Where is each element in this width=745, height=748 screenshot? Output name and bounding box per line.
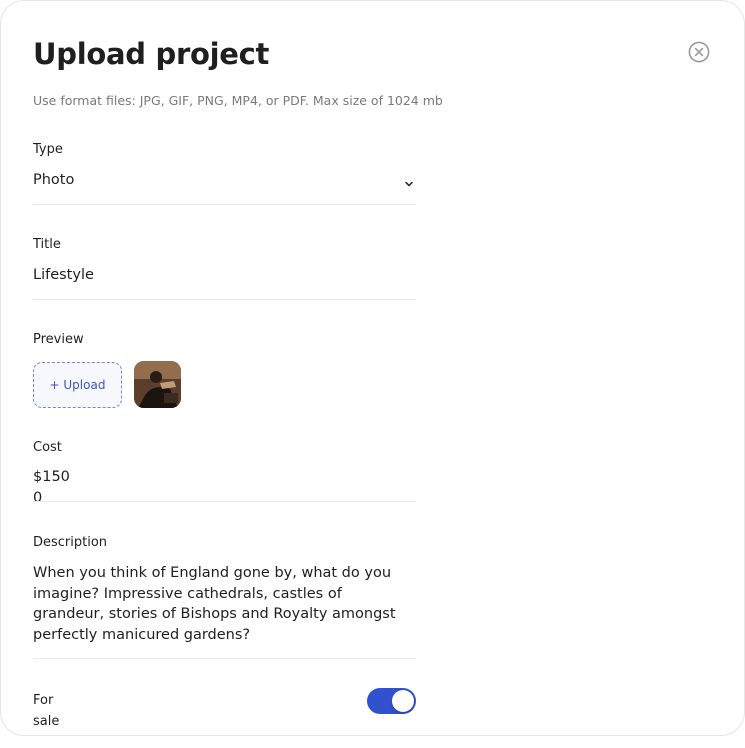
upload-project-dialog: Upload project Use format files: JPG, GI… [0,0,745,736]
toggle-knob [392,690,414,712]
title-label: Title [33,237,61,252]
type-select-value[interactable]: Photo [33,172,74,188]
type-label: Type [33,142,63,157]
for-sale-label-line2: sale [33,713,60,729]
chevron-down-icon[interactable] [403,175,415,187]
preview-thumbnail[interactable] [134,361,181,408]
title-divider [33,299,416,300]
type-divider [33,204,416,205]
description-divider [33,658,416,659]
for-sale-toggle[interactable] [367,688,416,714]
cost-input-line2[interactable]: 0 [33,490,42,506]
for-sale-label: For sale [33,691,73,732]
upload-button[interactable]: + Upload [33,362,122,408]
dialog-title: Upload project [33,37,270,71]
cost-divider [33,501,416,502]
cost-label: Cost [33,440,62,455]
title-input[interactable]: Lifestyle [33,267,94,283]
description-textarea[interactable]: When you think of England gone by, what … [33,563,413,645]
for-sale-label-line1: For [33,693,54,708]
preview-label: Preview [33,332,84,347]
cost-input-line1[interactable]: $150 [33,469,70,485]
description-label: Description [33,535,108,550]
dialog-subtitle: Use format files: JPG, GIF, PNG, MP4, or… [33,93,443,108]
close-icon[interactable] [688,41,710,63]
